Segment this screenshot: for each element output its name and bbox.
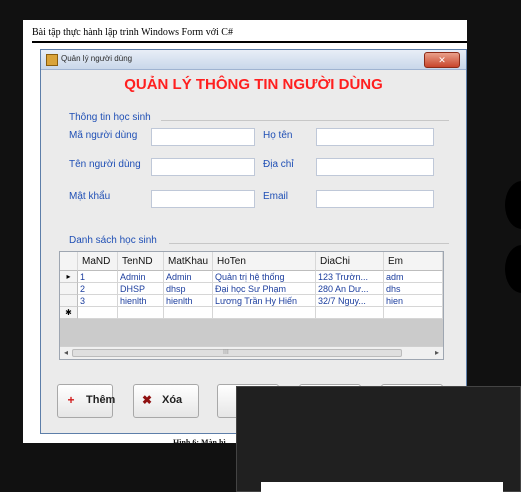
new-row-cell[interactable] xyxy=(78,307,118,319)
main-title: QUẢN LÝ THÔNG TIN NGƯỜI DÙNG xyxy=(124,76,383,93)
row-header-3[interactable] xyxy=(60,295,78,307)
row-header-new[interactable]: ✱ xyxy=(60,307,78,319)
table-cell[interactable]: 3 xyxy=(78,295,118,307)
ma-nguoi-dung-input[interactable] xyxy=(151,128,255,146)
new-row-cell[interactable] xyxy=(384,307,443,319)
delete-icon: ✖ xyxy=(141,393,153,407)
scroll-right-icon[interactable]: ▸ xyxy=(431,347,443,359)
column-header-tennd[interactable]: TenND xyxy=(118,252,164,271)
table-cell[interactable]: dhsp xyxy=(164,283,213,295)
label-dia-chi: Địa chỉ xyxy=(263,159,294,170)
column-header-diachi[interactable]: DiaChi xyxy=(316,252,384,271)
table-cell[interactable]: 2 xyxy=(78,283,118,295)
scroll-thumb[interactable]: III xyxy=(72,349,402,357)
horizontal-scrollbar[interactable]: ◂ III ▸ xyxy=(60,346,443,359)
table-cell[interactable]: dhs xyxy=(384,283,443,295)
mat-khau-input[interactable] xyxy=(151,190,255,208)
delete-button-label: Xóa xyxy=(162,394,183,406)
table-cell[interactable]: hien xyxy=(384,295,443,307)
scroll-grip-icon: III xyxy=(223,349,229,356)
plus-icon: + xyxy=(67,393,75,407)
table-cell[interactable]: adm xyxy=(384,271,443,283)
figure-caption: Hình 6: Màn hì xyxy=(173,438,226,447)
title-bar: Quản lý người dùng ✕ xyxy=(41,50,466,70)
dark-bubble-bottom xyxy=(505,245,521,293)
app-window: Quản lý người dùng ✕ QUẢN LÝ THÔNG TIN N… xyxy=(40,49,467,434)
app-icon xyxy=(46,54,58,66)
group-info-label: Thông tin học sinh xyxy=(69,112,151,123)
user-data-grid[interactable]: MaND TenND MatKhau HoTen DiaChi Em ▸ 1 A… xyxy=(59,251,444,360)
delete-button[interactable]: ✖ Xóa xyxy=(133,384,199,418)
header-rule xyxy=(32,41,467,43)
new-row-cell[interactable] xyxy=(164,307,213,319)
column-header-hoten[interactable]: HoTen xyxy=(213,252,316,271)
grid-corner xyxy=(60,252,78,271)
new-row-cell[interactable] xyxy=(213,307,316,319)
dia-chi-input[interactable] xyxy=(316,158,434,176)
list-divider xyxy=(169,243,449,244)
table-cell[interactable]: Quản trị hệ thống xyxy=(213,271,316,283)
email-input[interactable] xyxy=(316,190,434,208)
label-mat-khau: Mật khẩu xyxy=(69,191,111,202)
new-row-cell[interactable] xyxy=(118,307,164,319)
add-button[interactable]: + Thêm xyxy=(57,384,116,418)
new-row-cell[interactable] xyxy=(316,307,384,319)
table-cell[interactable]: Lương Trần Hy Hiến xyxy=(213,295,316,307)
ten-nguoi-dung-input[interactable] xyxy=(151,158,255,176)
label-ten-nguoi-dung: Tên người dùng xyxy=(69,159,141,170)
table-cell[interactable]: hienlth xyxy=(164,295,213,307)
window-title: Quản lý người dùng xyxy=(61,54,133,63)
row-header-1[interactable]: ▸ xyxy=(60,271,78,283)
ho-ten-input[interactable] xyxy=(316,128,434,146)
column-header-matkhau[interactable]: MatKhau xyxy=(164,252,213,271)
table-cell[interactable]: 123 Trườn... xyxy=(316,271,384,283)
table-cell[interactable]: Admin xyxy=(164,271,213,283)
close-button[interactable]: ✕ xyxy=(424,52,460,68)
label-ho-ten: Họ tên xyxy=(263,130,293,141)
table-cell[interactable]: Admin xyxy=(118,271,164,283)
label-email: Email xyxy=(263,191,289,202)
label-ma-nguoi-dung: Mã người dùng xyxy=(69,130,138,141)
table-cell[interactable]: Đại học Sư Phạm xyxy=(213,283,316,295)
column-header-mand[interactable]: MaND xyxy=(78,252,118,271)
document-header: Bài tập thực hành lập trình Windows Form… xyxy=(32,27,233,38)
list-label: Danh sách học sinh xyxy=(69,235,157,246)
add-button-label: Thêm xyxy=(86,394,116,406)
table-cell[interactable]: 280 An Dư... xyxy=(316,283,384,295)
dark-overlay-panel xyxy=(236,386,521,492)
table-cell[interactable]: 32/7 Nguy... xyxy=(316,295,384,307)
table-cell[interactable]: hienlth xyxy=(118,295,164,307)
dark-bubble-top xyxy=(505,181,521,229)
column-header-email[interactable]: Em xyxy=(384,252,443,271)
group-info-divider xyxy=(161,120,449,121)
white-overlay-strip xyxy=(261,482,503,492)
table-cell[interactable]: 1 xyxy=(78,271,118,283)
table-cell[interactable]: DHSP xyxy=(118,283,164,295)
scroll-left-icon[interactable]: ◂ xyxy=(60,347,72,359)
row-header-2[interactable] xyxy=(60,283,78,295)
document-page: Bài tập thực hành lập trình Windows Form… xyxy=(23,20,467,447)
